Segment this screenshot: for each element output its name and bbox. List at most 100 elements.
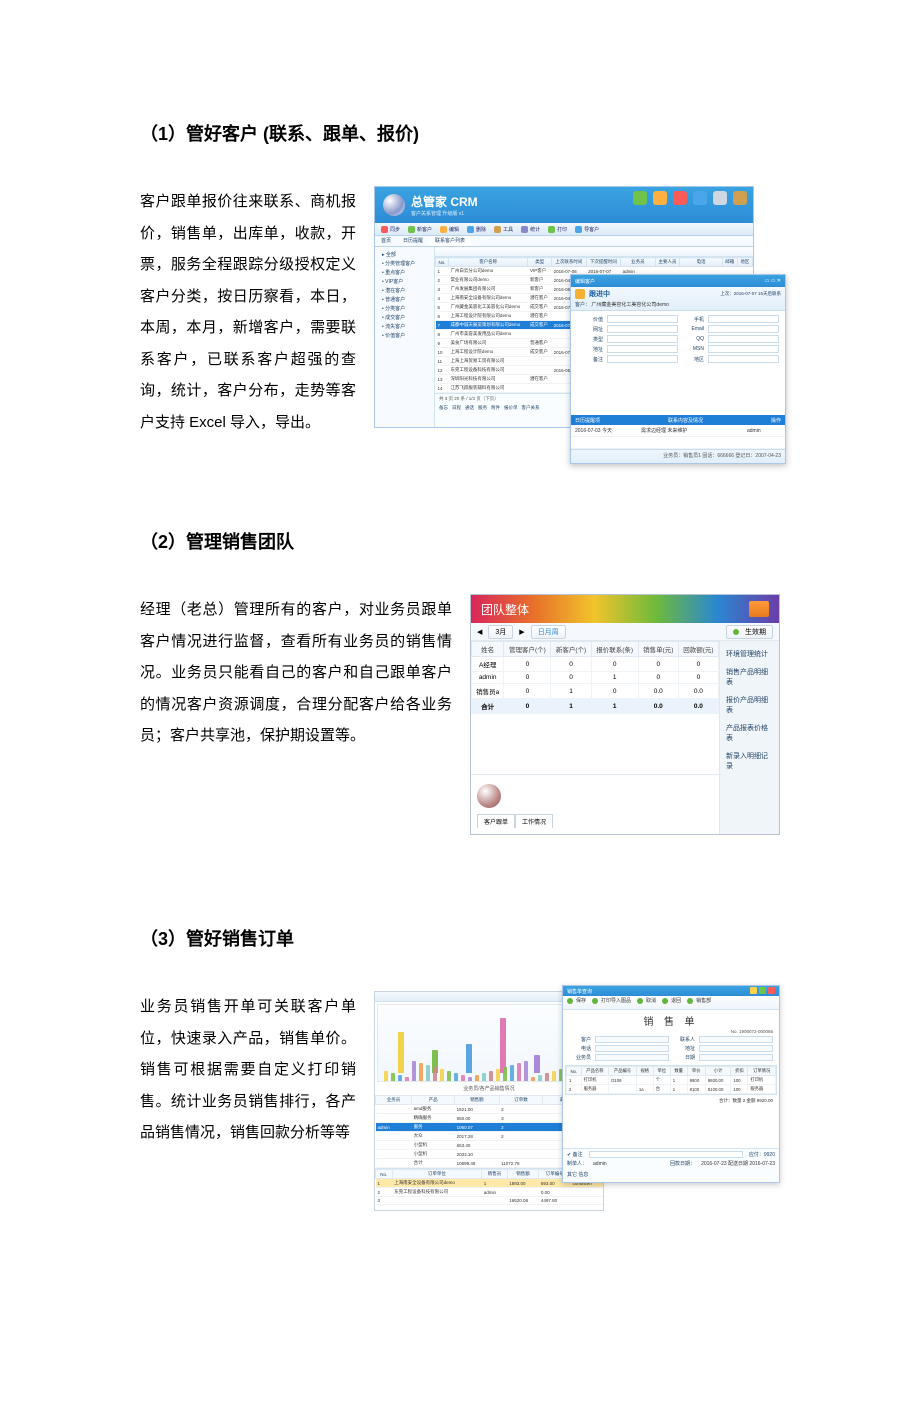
table-row[interactable]: 1打印机D106个198009800.00100打印机 (567, 1076, 776, 1085)
field[interactable] (708, 315, 779, 323)
field[interactable] (708, 355, 779, 363)
field[interactable] (607, 315, 678, 323)
toolbar-button[interactable]: 保存 (567, 998, 586, 1004)
bottom-tab[interactable]: 报价单 (504, 405, 518, 411)
window-buttons[interactable]: ▭ ▭ ✕ (765, 278, 781, 284)
team-header: 团队整体 (471, 595, 779, 623)
section-customers: （1）管好客户 (联系、跟单、报价) 客户跟单报价往来联系、商机报价，销售单，出… (140, 120, 780, 438)
chart-bar (466, 1044, 472, 1073)
apply-button[interactable]: 生效期 (726, 625, 773, 639)
field[interactable] (708, 325, 779, 333)
table-row[interactable]: 2服务器1a台181008100.00100服务器 (567, 1085, 776, 1094)
bottom-tab[interactable]: 通话 (465, 405, 474, 411)
header-icon[interactable] (653, 191, 667, 205)
tree-item[interactable]: • VIP客户 (378, 277, 431, 286)
status-big: 跟进中 (589, 289, 610, 299)
toolbar-button[interactable]: 编辑 (440, 226, 459, 233)
field[interactable] (595, 1054, 669, 1061)
table-row[interactable]: A经理00000 (472, 657, 719, 672)
bottom-tab-2[interactable]: 工作情况 (515, 814, 553, 828)
header-icon[interactable] (693, 191, 707, 205)
tree-item[interactable]: • 分类客户 (378, 304, 431, 313)
toolbar-button[interactable]: 删除 (467, 226, 486, 233)
toolbar-button[interactable]: 取消 (637, 998, 656, 1004)
toolbar-button[interactable]: 导客户 (575, 226, 599, 233)
crm-grid-toolbar (435, 247, 753, 257)
bottom-tab[interactable]: 日程 (452, 405, 461, 411)
tree-item[interactable]: • 普通客户 (378, 295, 431, 304)
popup-row: 2016-07-03 今天 需求边经理 未来维护 admin (571, 425, 785, 437)
row-3: 业务员销售开单可关联客户单位，快速录入产品，销售单价。销售可根据需要自定义打印销… (140, 991, 780, 1231)
field[interactable] (699, 1054, 773, 1061)
row-1: 客户跟单报价往来联系、商机报价，销售单，出库单，收款，开票，服务全程跟踪分级授权… (140, 186, 780, 438)
tree-item[interactable]: • 成交客户 (378, 313, 431, 322)
header-icon[interactable] (673, 191, 687, 205)
toolbar-button[interactable]: 打印导入图品 (592, 998, 631, 1004)
chart-bar (534, 1055, 540, 1073)
team-toolbar: ◀ 3月 ▶ 日月周 生效期 (471, 623, 779, 641)
header-icon[interactable] (633, 191, 647, 205)
tree-item[interactable]: • 潜在客户 (378, 286, 431, 295)
toolbar-button[interactable]: 同步 (381, 226, 400, 233)
form-title-small: 销售单查询 (567, 988, 592, 995)
toolbar-button[interactable]: 退回 (662, 998, 681, 1004)
table-row[interactable]: admin00100 (472, 672, 719, 684)
bottom-tab[interactable]: 附件 (491, 405, 500, 411)
tab[interactable]: 联系客户列表 (429, 236, 471, 246)
period-1[interactable]: 日月周 (531, 625, 566, 639)
header-icon[interactable] (733, 191, 747, 205)
popup-fields: 价值手机网址Email类型QQ地址MSN备注地区 (571, 311, 785, 367)
field[interactable] (699, 1036, 773, 1043)
field[interactable] (708, 335, 779, 343)
tree-item[interactable]: ▸ 全部 (378, 250, 431, 259)
form-sum: 合计：数量 2 金额 9920.00 (563, 1097, 779, 1105)
date-button[interactable]: 3月 (488, 625, 513, 639)
prev-icon[interactable]: ◀ (477, 628, 482, 636)
bottom-tab-1[interactable]: 客户跟单 (477, 814, 515, 828)
field[interactable] (595, 1036, 669, 1043)
tab[interactable]: 首页 (375, 236, 397, 246)
side-link[interactable]: 报价产品明细表 (724, 691, 775, 719)
header-icon[interactable] (713, 191, 727, 205)
form-title: 销 售 单 (563, 1010, 779, 1029)
field[interactable] (699, 1045, 773, 1052)
tree-item[interactable]: • 重点客户 (378, 268, 431, 277)
table-row[interactable]: 316520.084497.80 (376, 1197, 603, 1205)
field[interactable] (607, 355, 678, 363)
toolbar-button[interactable]: 新客户 (408, 226, 432, 233)
crm-tree: ▸ 全部• 分类管理客户• 重点客户• VIP客户• 潜在客户• 普通客户• 分… (375, 247, 435, 427)
field[interactable] (607, 345, 678, 353)
side-link[interactable]: 销售产品明细表 (724, 663, 775, 691)
toolbar-button[interactable]: 打印 (548, 226, 567, 233)
field[interactable] (595, 1045, 669, 1052)
field[interactable] (607, 335, 678, 343)
field[interactable] (607, 325, 678, 333)
tab[interactable]: 日历提醒 (397, 236, 429, 246)
bottom-tab[interactable]: 服务 (478, 405, 487, 411)
tree-item[interactable]: • 分类管理客户 (378, 259, 431, 268)
tree-item[interactable]: • 流失客户 (378, 322, 431, 331)
avatar (383, 194, 405, 216)
star-icon (575, 289, 585, 299)
field[interactable] (708, 345, 779, 353)
table-row[interactable]: 2东莞工程设备科技有限公司admin0.00 (376, 1188, 603, 1197)
side-link[interactable]: 新录入明细记录 (724, 747, 775, 775)
table-row[interactable]: 合计0110.00.0 (472, 699, 719, 714)
tree-item[interactable]: • 价值客户 (378, 331, 431, 340)
toolbar-button[interactable]: 销售部 (687, 998, 711, 1004)
toolbar-button[interactable]: 统计 (521, 226, 540, 233)
bottom-tab[interactable]: 备忘 (439, 405, 448, 411)
table-row[interactable]: 销售员a0100.00.0 (472, 684, 719, 699)
next-icon[interactable]: ▶ (519, 628, 524, 636)
header-icons (633, 191, 747, 205)
listhdr-2: 联系内容及情况 (668, 417, 703, 424)
team-body: 姓名管理客户(个)新客户(个)报价联系(条)销售单(元)回款额(元)A经理000… (471, 641, 779, 834)
avatar (477, 784, 501, 808)
toolbar-button[interactable]: 工具 (494, 226, 513, 233)
side-link[interactable]: 产品报表价格表 (724, 719, 775, 747)
crm-title: 总管家 CRM (411, 193, 478, 210)
side-link[interactable]: 环境管理统计 (724, 645, 775, 663)
bottom-tab[interactable]: 客户关系 (522, 405, 540, 411)
window-buttons[interactable] (748, 987, 775, 996)
chart-bar (398, 1032, 404, 1073)
